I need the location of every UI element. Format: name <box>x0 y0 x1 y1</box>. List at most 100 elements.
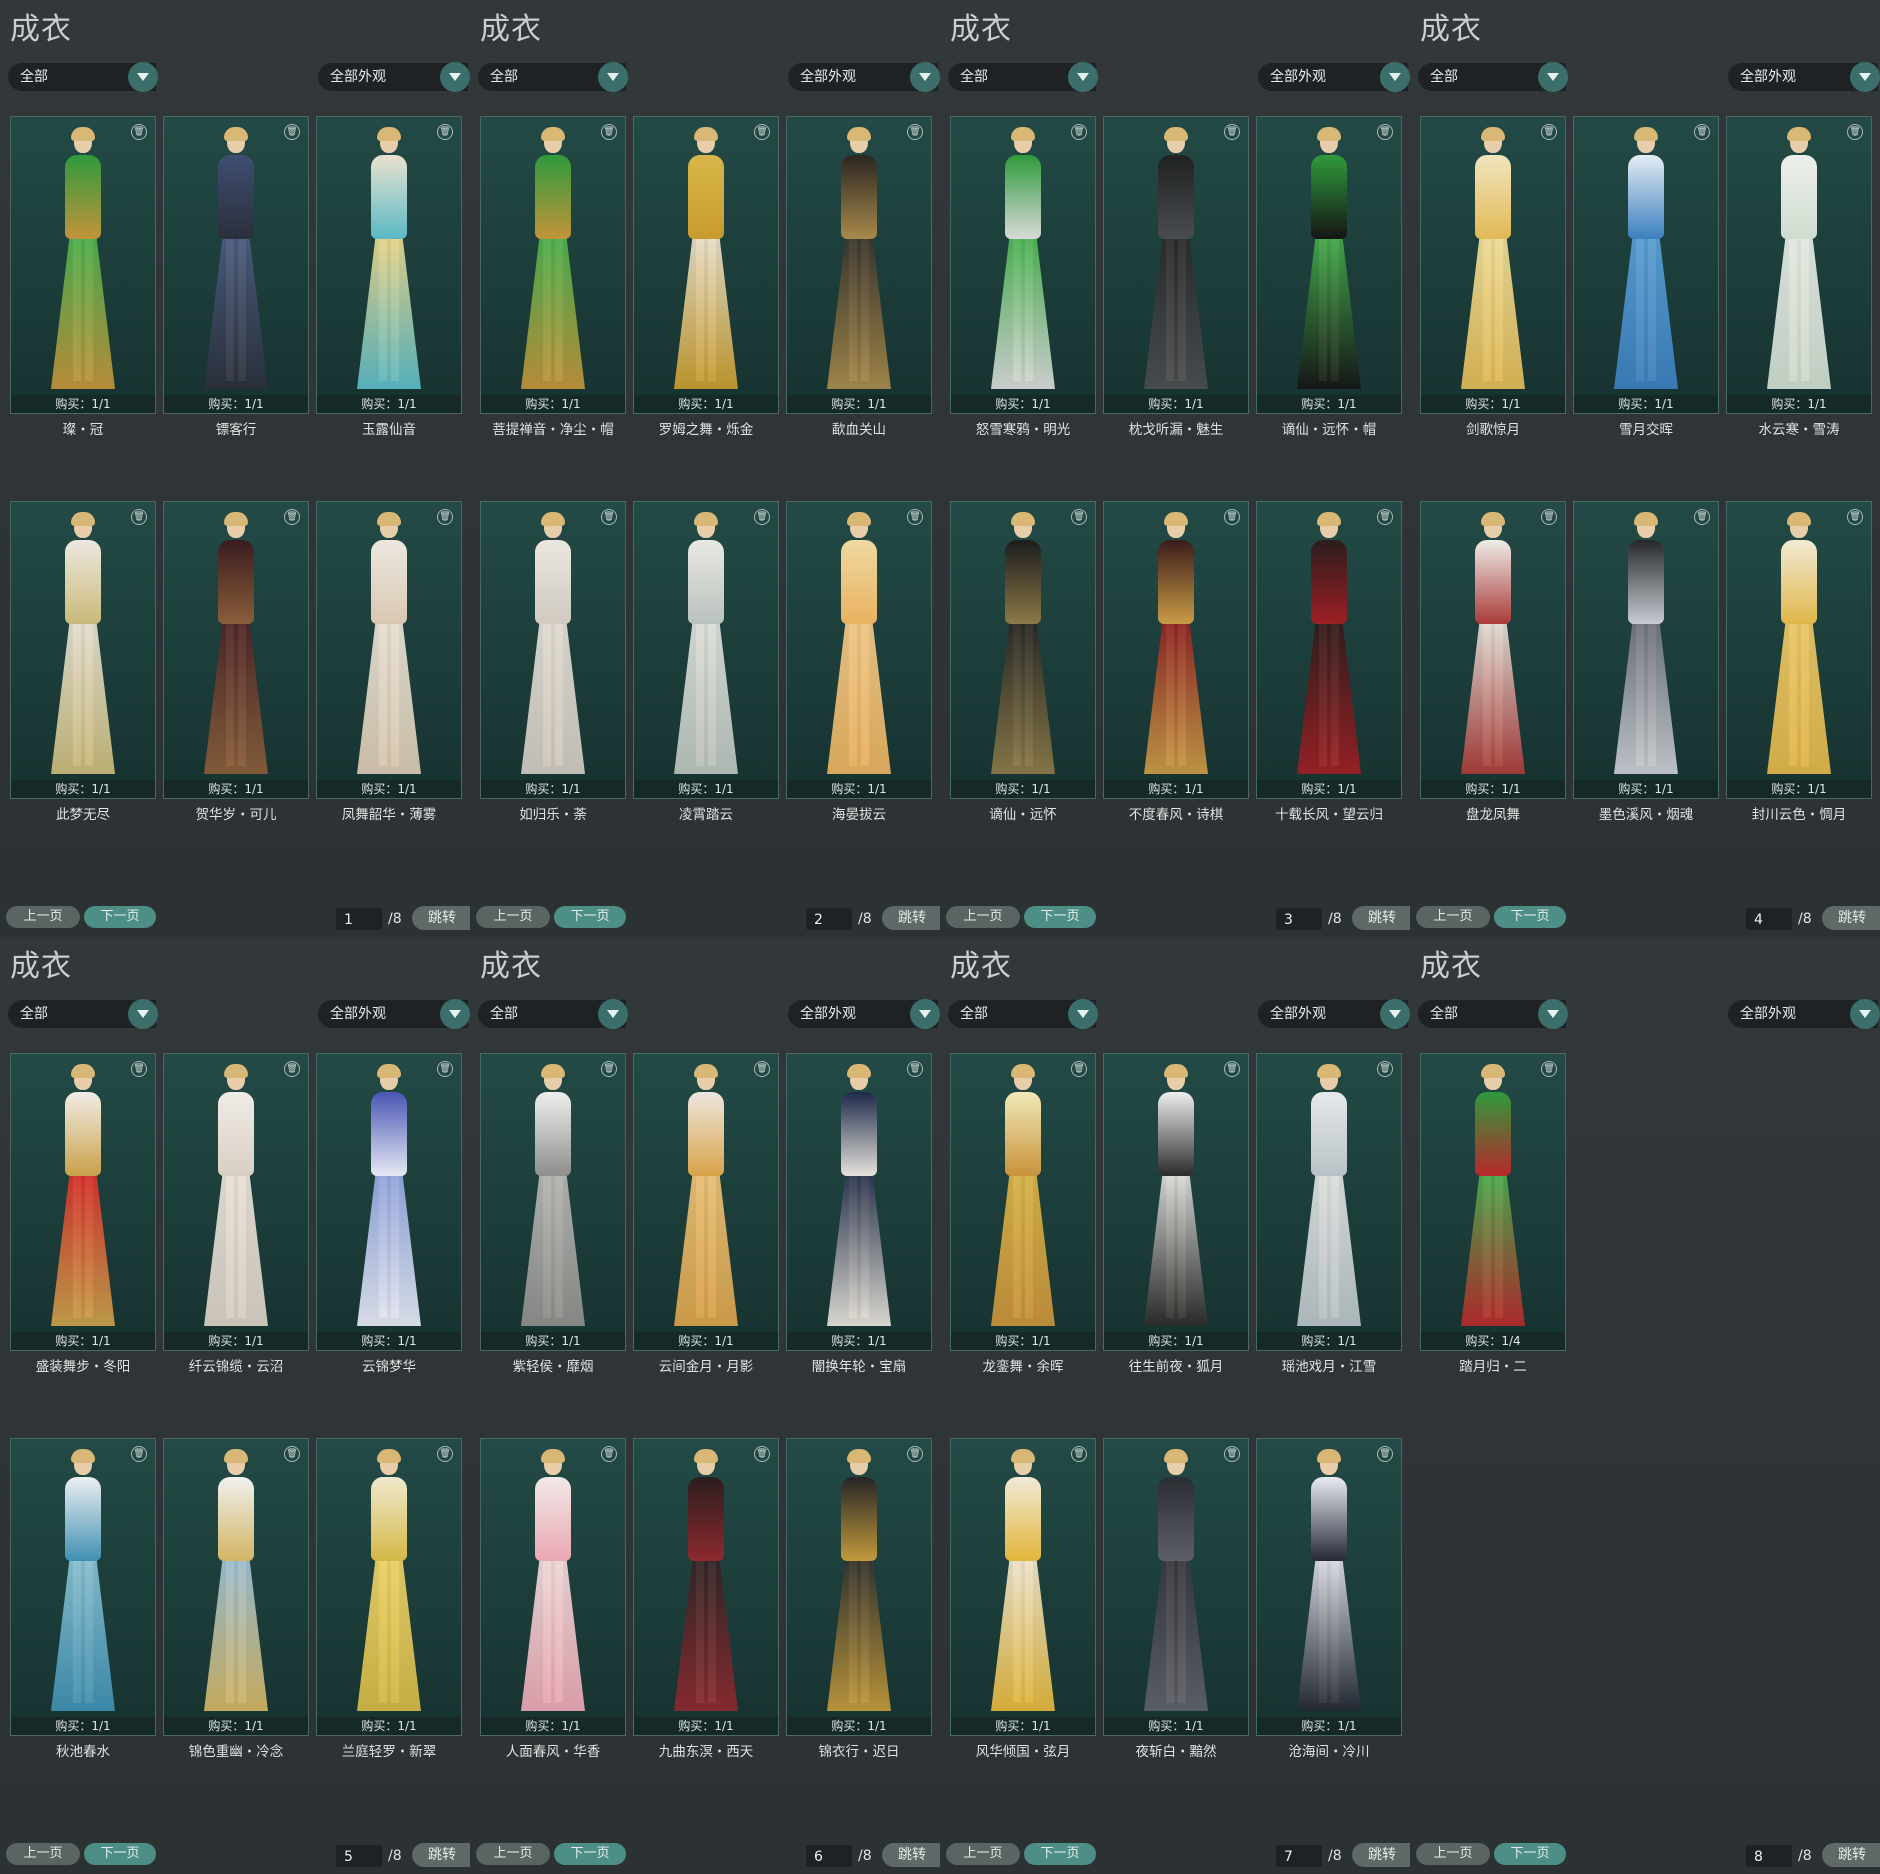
outfit-card[interactable]: 🗑 购买：1/1 <box>950 501 1096 799</box>
trash-icon[interactable]: 🗑 <box>284 1061 300 1077</box>
chevron-down-icon[interactable] <box>598 999 628 1029</box>
chevron-down-icon[interactable] <box>440 999 470 1029</box>
trash-icon[interactable]: 🗑 <box>1224 1446 1240 1462</box>
outfit-card[interactable]: 🗑 购买：1/1 <box>480 1053 626 1351</box>
appearance-filter-dropdown[interactable]: 全部外观 <box>1258 999 1410 1029</box>
prev-page-button[interactable]: 上一页 <box>1416 1843 1490 1865</box>
page-number-input[interactable]: 6 <box>806 1845 852 1867</box>
chevron-down-icon[interactable] <box>1538 999 1568 1029</box>
trash-icon[interactable]: 🗑 <box>437 124 453 140</box>
jump-button[interactable]: 跳转 <box>882 1843 940 1867</box>
outfit-card[interactable]: 🗑 购买：1/1 <box>163 501 309 799</box>
page-number-input[interactable]: 7 <box>1276 1845 1322 1867</box>
outfit-card[interactable]: 🗑 购买：1/1 <box>633 1438 779 1736</box>
outfit-card[interactable]: 🗑 购买：1/1 <box>786 501 932 799</box>
outfit-card[interactable]: 🗑 购买：1/1 <box>163 1438 309 1736</box>
page-number-input[interactable]: 2 <box>806 908 852 930</box>
trash-icon[interactable]: 🗑 <box>1224 1061 1240 1077</box>
trash-icon[interactable]: 🗑 <box>754 124 770 140</box>
outfit-card[interactable]: 🗑 购买：1/1 <box>1103 501 1249 799</box>
page-number-input[interactable]: 1 <box>336 908 382 930</box>
outfit-card[interactable]: 🗑 购买：1/1 <box>633 116 779 414</box>
next-page-button[interactable]: 下一页 <box>554 1843 626 1865</box>
chevron-down-icon[interactable] <box>1850 62 1880 92</box>
next-page-button[interactable]: 下一页 <box>1024 906 1096 928</box>
trash-icon[interactable]: 🗑 <box>1224 509 1240 525</box>
prev-page-button[interactable]: 上一页 <box>1416 906 1490 928</box>
appearance-filter-dropdown[interactable]: 全部外观 <box>1258 62 1410 92</box>
page-number-input[interactable]: 8 <box>1746 1845 1792 1867</box>
trash-icon[interactable]: 🗑 <box>1694 124 1710 140</box>
outfit-card[interactable]: 🗑 购买：1/1 <box>950 116 1096 414</box>
category-filter-dropdown[interactable]: 全部 <box>478 62 628 92</box>
chevron-down-icon[interactable] <box>128 999 158 1029</box>
outfit-card[interactable]: 🗑 购买：1/1 <box>1103 1438 1249 1736</box>
chevron-down-icon[interactable] <box>1380 62 1410 92</box>
trash-icon[interactable]: 🗑 <box>437 1446 453 1462</box>
next-page-button[interactable]: 下一页 <box>554 906 626 928</box>
trash-icon[interactable]: 🗑 <box>907 509 923 525</box>
trash-icon[interactable]: 🗑 <box>1071 1061 1087 1077</box>
outfit-card[interactable]: 🗑 购买：1/1 <box>1256 1053 1402 1351</box>
appearance-filter-dropdown[interactable]: 全部外观 <box>318 62 470 92</box>
trash-icon[interactable]: 🗑 <box>1694 509 1710 525</box>
jump-button[interactable]: 跳转 <box>412 906 470 930</box>
category-filter-dropdown[interactable]: 全部 <box>1418 62 1568 92</box>
trash-icon[interactable]: 🗑 <box>907 1446 923 1462</box>
outfit-card[interactable]: 🗑 购买：1/1 <box>786 116 932 414</box>
page-number-input[interactable]: 5 <box>336 1845 382 1867</box>
outfit-card[interactable]: 🗑 购买：1/1 <box>950 1438 1096 1736</box>
outfit-card[interactable]: 🗑 购买：1/1 <box>786 1053 932 1351</box>
trash-icon[interactable]: 🗑 <box>437 1061 453 1077</box>
trash-icon[interactable]: 🗑 <box>1541 1061 1557 1077</box>
appearance-filter-dropdown[interactable]: 全部外观 <box>788 999 940 1029</box>
trash-icon[interactable]: 🗑 <box>1541 509 1557 525</box>
trash-icon[interactable]: 🗑 <box>284 124 300 140</box>
chevron-down-icon[interactable] <box>1068 62 1098 92</box>
appearance-filter-dropdown[interactable]: 全部外观 <box>1728 62 1880 92</box>
chevron-down-icon[interactable] <box>1538 62 1568 92</box>
trash-icon[interactable]: 🗑 <box>131 509 147 525</box>
trash-icon[interactable]: 🗑 <box>1377 509 1393 525</box>
outfit-card[interactable]: 🗑 购买：1/1 <box>1573 116 1719 414</box>
chevron-down-icon[interactable] <box>1380 999 1410 1029</box>
outfit-card[interactable]: 🗑 购买：1/1 <box>1256 116 1402 414</box>
outfit-card[interactable]: 🗑 购买：1/1 <box>316 501 462 799</box>
next-page-button[interactable]: 下一页 <box>1024 1843 1096 1865</box>
outfit-card[interactable]: 🗑 购买：1/1 <box>950 1053 1096 1351</box>
trash-icon[interactable]: 🗑 <box>1071 124 1087 140</box>
trash-icon[interactable]: 🗑 <box>437 509 453 525</box>
chevron-down-icon[interactable] <box>910 62 940 92</box>
category-filter-dropdown[interactable]: 全部 <box>8 62 158 92</box>
next-page-button[interactable]: 下一页 <box>84 1843 156 1865</box>
next-page-button[interactable]: 下一页 <box>1494 906 1566 928</box>
outfit-card[interactable]: 🗑 购买：1/1 <box>1420 116 1566 414</box>
outfit-card[interactable]: 🗑 购买：1/1 <box>786 1438 932 1736</box>
chevron-down-icon[interactable] <box>1850 999 1880 1029</box>
outfit-card[interactable]: 🗑 购买：1/1 <box>316 1438 462 1736</box>
trash-icon[interactable]: 🗑 <box>754 1061 770 1077</box>
trash-icon[interactable]: 🗑 <box>601 124 617 140</box>
jump-button[interactable]: 跳转 <box>882 906 940 930</box>
trash-icon[interactable]: 🗑 <box>1847 509 1863 525</box>
jump-button[interactable]: 跳转 <box>1822 1843 1880 1867</box>
chevron-down-icon[interactable] <box>440 62 470 92</box>
outfit-card[interactable]: 🗑 购买：1/1 <box>1726 501 1872 799</box>
outfit-card[interactable]: 🗑 购买：1/1 <box>1573 501 1719 799</box>
outfit-card[interactable]: 🗑 购买：1/1 <box>1256 1438 1402 1736</box>
chevron-down-icon[interactable] <box>1068 999 1098 1029</box>
outfit-card[interactable]: 🗑 购买：1/1 <box>163 1053 309 1351</box>
jump-button[interactable]: 跳转 <box>1822 906 1880 930</box>
outfit-card[interactable]: 🗑 购买：1/1 <box>10 1438 156 1736</box>
outfit-card[interactable]: 🗑 购买：1/1 <box>1420 501 1566 799</box>
prev-page-button[interactable]: 上一页 <box>946 906 1020 928</box>
trash-icon[interactable]: 🗑 <box>284 509 300 525</box>
trash-icon[interactable]: 🗑 <box>1071 1446 1087 1462</box>
prev-page-button[interactable]: 上一页 <box>946 1843 1020 1865</box>
trash-icon[interactable]: 🗑 <box>1377 1446 1393 1462</box>
outfit-card[interactable]: 🗑 购买：1/4 <box>1420 1053 1566 1351</box>
trash-icon[interactable]: 🗑 <box>131 124 147 140</box>
trash-icon[interactable]: 🗑 <box>907 124 923 140</box>
trash-icon[interactable]: 🗑 <box>1224 124 1240 140</box>
category-filter-dropdown[interactable]: 全部 <box>478 999 628 1029</box>
